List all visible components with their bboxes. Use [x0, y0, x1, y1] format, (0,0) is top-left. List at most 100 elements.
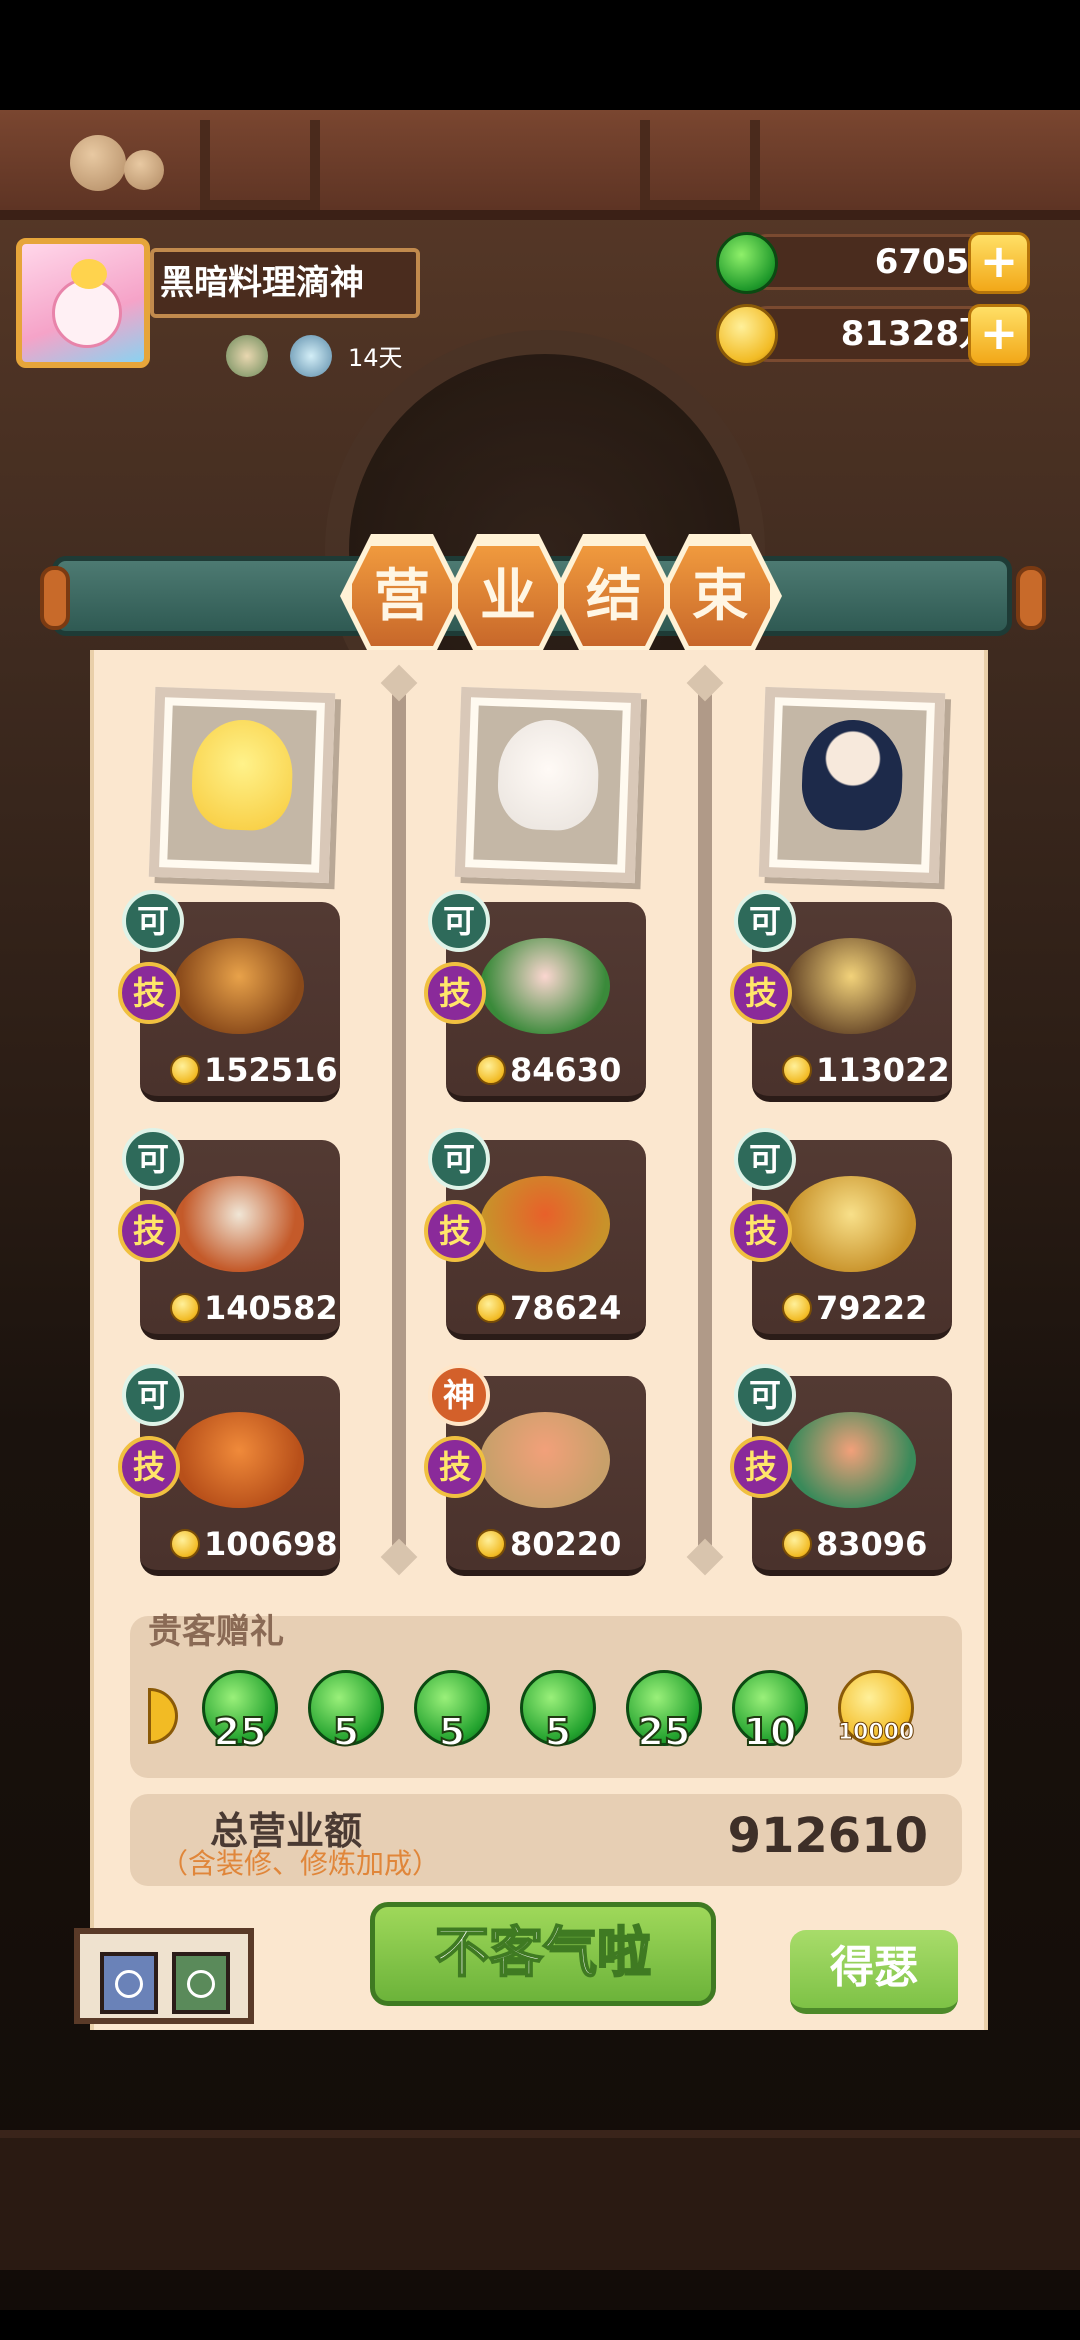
coin-icon: [782, 1529, 812, 1559]
dish-image: [786, 938, 916, 1034]
gift-qty: 10: [743, 1709, 798, 1755]
dish-card[interactable]: 可 技 83096: [730, 1364, 952, 1576]
chef-portrait-chick: [148, 686, 336, 884]
vip-gifts-title: 贵客赠礼: [148, 1612, 284, 1652]
skill-badge: 技: [424, 962, 486, 1024]
dish-image: [480, 1412, 610, 1508]
gift-item[interactable]: 5: [306, 1670, 386, 1760]
dish-card[interactable]: 可 技 84630: [424, 890, 646, 1102]
column-divider: [392, 690, 406, 1550]
days-counter: 14天: [348, 344, 403, 372]
beam-truss: [640, 120, 760, 210]
dish-card[interactable]: 可 技 152516: [118, 890, 340, 1102]
camera-icon[interactable]: [172, 1952, 230, 2014]
dish-badge: 可: [428, 890, 490, 952]
coin-icon: [476, 1293, 506, 1323]
skill-badge: 技: [424, 1200, 486, 1262]
avatar-face: [52, 259, 122, 348]
dish-image: [786, 1176, 916, 1272]
add-jade-button[interactable]: +: [968, 232, 1030, 294]
dish-price-row: 84630: [476, 1048, 621, 1092]
gift-item[interactable]: 10: [730, 1670, 810, 1760]
dish-price: 80220: [510, 1525, 622, 1563]
banner-cap: [1016, 566, 1046, 630]
coin-icon: [782, 1293, 812, 1323]
dish-badge: 可: [734, 890, 796, 952]
chick-decoration: [124, 150, 164, 190]
show-off-button[interactable]: 得瑟: [790, 1930, 958, 2014]
gift-item[interactable]: 25: [624, 1670, 704, 1760]
dish-card[interactable]: 可 技 113022: [730, 890, 952, 1102]
dish-price-row: 83096: [782, 1522, 927, 1566]
gift-qty: 5: [438, 1709, 466, 1755]
dish-price: 152516: [204, 1051, 338, 1089]
dish-price-row: 152516: [170, 1048, 338, 1092]
dish-badge: 可: [122, 1128, 184, 1190]
dish-badge: 可: [734, 1128, 796, 1190]
dish-card[interactable]: 可 技 78624: [424, 1128, 646, 1340]
skill-badge: 技: [118, 962, 180, 1024]
gold-coin-icon: [716, 304, 778, 366]
dish-price: 84630: [510, 1051, 622, 1089]
skill-badge: 技: [730, 1436, 792, 1498]
floor: [0, 2130, 1080, 2270]
chef-portrait-girl: [454, 686, 642, 884]
dish-badge: 可: [428, 1128, 490, 1190]
dish-price: 113022: [816, 1051, 950, 1089]
dish-badge: 可: [122, 1364, 184, 1426]
coin-icon: [170, 1529, 200, 1559]
dish-image: [174, 1412, 304, 1508]
dish-price: 83096: [816, 1525, 928, 1563]
dish-card[interactable]: 可 技 140582: [118, 1128, 340, 1340]
player-avatar[interactable]: [16, 238, 150, 368]
chick-decoration: [70, 135, 126, 191]
coin-icon: [170, 1055, 200, 1085]
skill-badge: 技: [118, 1436, 180, 1498]
dish-badge: 神: [428, 1364, 490, 1426]
dish-image: [480, 1176, 610, 1272]
gift-item[interactable]: 5: [412, 1670, 492, 1760]
dish-price-row: 113022: [782, 1048, 950, 1092]
column-divider: [698, 690, 712, 1550]
skill-badge: 技: [730, 1200, 792, 1262]
dish-image: [174, 1176, 304, 1272]
dish-card[interactable]: 神 技 80220: [424, 1364, 646, 1576]
confirm-button[interactable]: 不客气啦: [370, 1902, 716, 2006]
dish-card[interactable]: 可 技 100698: [118, 1364, 340, 1576]
gift-qty: 5: [544, 1709, 572, 1755]
gift-item[interactable]: 10000: [836, 1670, 916, 1760]
beam-truss: [200, 120, 320, 210]
dish-badge: 可: [734, 1364, 796, 1426]
coin-icon: [476, 1529, 506, 1559]
coin-icon: [476, 1055, 506, 1085]
gift-qty: 25: [637, 1709, 692, 1755]
gift-qty: 25: [213, 1709, 268, 1755]
add-gold-button[interactable]: +: [968, 304, 1030, 366]
dish-price: 78624: [510, 1289, 622, 1327]
jade-icon: [716, 232, 778, 294]
gift-qty: 10000: [837, 1720, 915, 1746]
player-name: 黑暗料理滴神: [150, 248, 420, 318]
skill-badge: 技: [118, 1200, 180, 1262]
total-revenue-value: 912610: [727, 1808, 928, 1864]
dish-price-row: 80220: [476, 1522, 621, 1566]
dish-card[interactable]: 可 技 79222: [730, 1128, 952, 1340]
dish-price-row: 79222: [782, 1286, 927, 1330]
dish-price: 100698: [204, 1525, 338, 1563]
buff-icon[interactable]: [226, 335, 268, 377]
gift-item[interactable]: 25: [200, 1670, 280, 1760]
skill-badge: 技: [730, 962, 792, 1024]
dish-price-row: 100698: [170, 1522, 338, 1566]
camera-icon[interactable]: [100, 1952, 158, 2014]
dish-price: 140582: [204, 1289, 338, 1327]
dish-price-row: 78624: [476, 1286, 621, 1330]
coin-icon: [782, 1055, 812, 1085]
chef-portrait-boy: [758, 686, 946, 884]
skill-badge: 技: [424, 1436, 486, 1498]
gift-item[interactable]: 5: [518, 1670, 598, 1760]
dish-image: [480, 938, 610, 1034]
dish-badge: 可: [122, 890, 184, 952]
coin-icon: [170, 1293, 200, 1323]
buff-icon[interactable]: [290, 335, 332, 377]
total-revenue-note: （含装修、修炼加成）: [160, 1847, 441, 1880]
